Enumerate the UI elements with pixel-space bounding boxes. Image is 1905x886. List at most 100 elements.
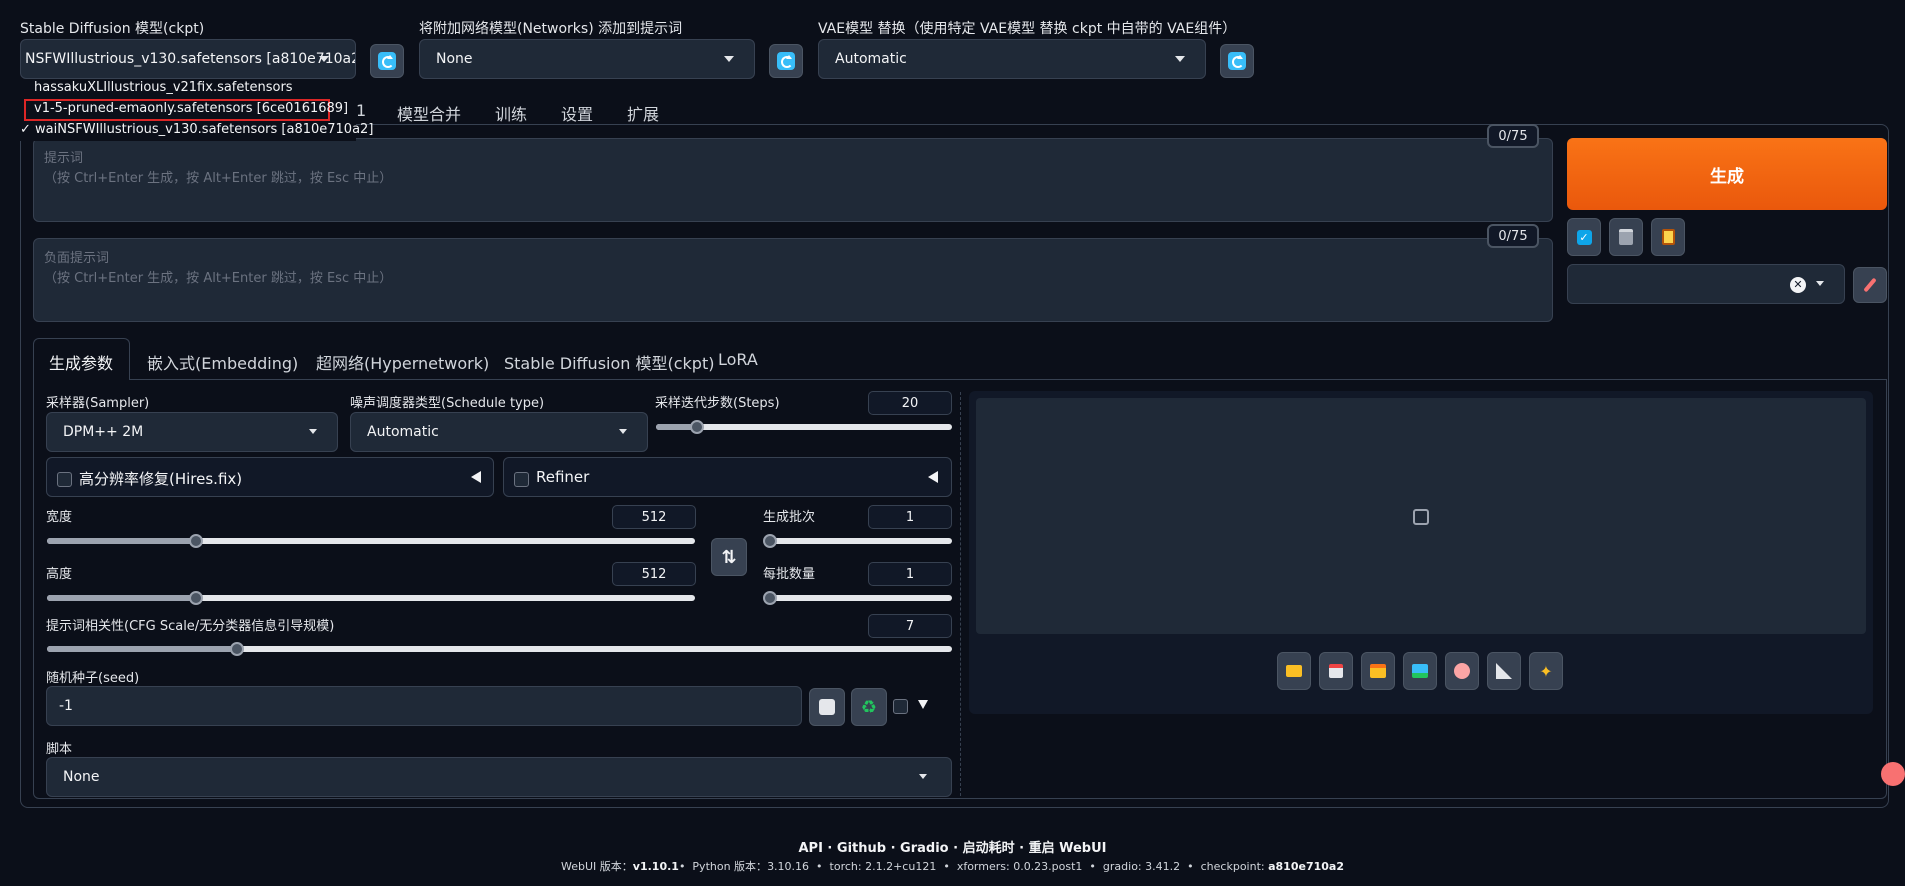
tab-partial[interactable]: 1	[356, 101, 366, 120]
seed-input[interactable]: -1	[46, 686, 802, 726]
generate-button[interactable]: 生成	[1567, 138, 1887, 210]
swap-dimensions-button[interactable]: ⇅	[711, 538, 747, 576]
python-version: 3.10.16	[767, 860, 810, 873]
styles-dropdown[interactable]: ✕	[1567, 264, 1845, 304]
swap-icon: ⇅	[721, 546, 737, 568]
sampler-dropdown[interactable]: DPM++ 2M	[46, 412, 338, 452]
brush-icon	[1863, 277, 1877, 293]
send-to-img2img-button[interactable]	[1403, 652, 1437, 690]
tab-settings[interactable]: 设置	[561, 101, 593, 125]
column-divider	[960, 392, 961, 796]
batch-count-slider-thumb[interactable]	[763, 534, 777, 548]
script-value: None	[63, 769, 100, 785]
refresh-icon	[378, 52, 396, 70]
gradio-version: gradio: 3.41.2	[1102, 860, 1181, 873]
edit-styles-button[interactable]	[1853, 267, 1887, 303]
send-to-inpaint-button[interactable]	[1445, 652, 1479, 690]
ckpt-value: NSFWIllustrious_v130.safetensors [a810e7…	[25, 51, 356, 67]
cfg-slider-thumb[interactable]	[230, 642, 245, 656]
palette-icon	[1454, 663, 1470, 679]
upscale-button[interactable]: ✦	[1529, 652, 1563, 690]
steps-input[interactable]: 20	[868, 391, 952, 415]
height-input[interactable]: 512	[612, 562, 696, 586]
dice-icon	[819, 699, 835, 715]
checkbox-toggle-button[interactable]: ✓	[1567, 218, 1601, 256]
prompt-token-counter: 0/75	[1487, 124, 1539, 148]
torch-version: torch: 2.1.2+cu121	[829, 860, 937, 873]
tab-lora[interactable]: LoRA	[718, 350, 758, 369]
sampler-label: 采样器(Sampler)	[46, 396, 150, 411]
schedule-dropdown[interactable]: Automatic	[350, 412, 648, 452]
batch-size-label: 每批数量	[763, 567, 816, 582]
width-input[interactable]: 512	[612, 505, 696, 529]
cfg-slider[interactable]	[47, 642, 952, 656]
clear-x-icon[interactable]: ✕	[1790, 277, 1806, 293]
ckpt-refresh-button[interactable]	[370, 44, 404, 78]
chevron-down-icon	[619, 429, 627, 434]
ckpt-dropdown[interactable]: NSFWIllustrious_v130.safetensors [a810e7…	[20, 39, 356, 79]
python-version-label: Python 版本：	[692, 860, 768, 873]
translate-icon[interactable]	[1881, 762, 1905, 786]
paste-button[interactable]	[1651, 218, 1685, 256]
ckpt-option[interactable]: hassakuXLIllustrious_v21fix.safetensors	[34, 80, 293, 95]
sparkles-icon: ✦	[1539, 661, 1553, 681]
height-slider-thumb[interactable]	[189, 591, 204, 605]
width-label: 宽度	[46, 510, 73, 525]
batch-size-input[interactable]: 1	[868, 562, 952, 586]
steps-slider[interactable]	[656, 420, 952, 434]
chevron-down-icon	[309, 429, 317, 434]
negative-prompt-token-counter: 0/75	[1487, 224, 1539, 248]
networks-value: None	[436, 51, 473, 67]
hires-fix-label: 高分辨率修复(Hires.fix)	[79, 470, 243, 488]
refiner-accordion[interactable]: Refiner	[503, 457, 952, 497]
ckpt-dropdown-menu: hassakuXLIllustrious_v21fix.safetensors …	[20, 79, 373, 141]
clipboard-icon	[1661, 229, 1675, 245]
zip-button[interactable]	[1361, 652, 1395, 690]
batch-size-slider-thumb[interactable]	[763, 591, 777, 605]
sampler-value: DPM++ 2M	[63, 424, 144, 440]
footer-links[interactable]: API · Github · Gradio · 启动耗时 · 重启 WebUI	[0, 837, 1905, 856]
batch-count-input[interactable]: 1	[868, 505, 952, 529]
cfg-input[interactable]: 7	[868, 614, 952, 638]
extra-seed-toggle-icon[interactable]	[918, 700, 928, 709]
height-slider[interactable]	[47, 591, 695, 605]
width-slider-thumb[interactable]	[189, 534, 204, 548]
vae-dropdown[interactable]: Automatic	[818, 39, 1206, 79]
send-to-extras-button[interactable]	[1487, 652, 1521, 690]
save-button[interactable]	[1319, 652, 1353, 690]
vae-refresh-button[interactable]	[1220, 44, 1254, 78]
webui-version-label: WebUI 版本：	[561, 860, 633, 873]
random-seed-button[interactable]	[809, 688, 845, 726]
hires-fix-accordion[interactable]: 高分辨率修复(Hires.fix)	[46, 457, 494, 497]
image-placeholder-icon	[1413, 509, 1429, 525]
steps-label: 采样迭代步数(Steps)	[655, 396, 780, 411]
negative-prompt-placeholder-title: 负面提示词	[44, 251, 110, 266]
hires-fix-checkbox[interactable]	[57, 472, 72, 487]
extra-seed-checkbox[interactable]	[893, 699, 908, 714]
width-slider[interactable]	[47, 534, 695, 548]
negative-prompt-input[interactable]: 负面提示词 （按 Ctrl+Enter 生成，按 Alt+Enter 跳过，按 …	[33, 238, 1553, 322]
schedule-label: 噪声调度器类型(Schedule type)	[350, 396, 545, 411]
tab-model-merge[interactable]: 模型合并	[397, 101, 461, 125]
networks-refresh-button[interactable]	[769, 44, 803, 78]
vae-label: VAE模型 替换（使用特定 VAE模型 替换 ckpt 中自带的 VAE组件）	[818, 21, 1237, 37]
networks-dropdown[interactable]: None	[419, 39, 755, 79]
open-folder-button[interactable]	[1277, 652, 1311, 690]
tab-sd-ckpt[interactable]: Stable Diffusion 模型(ckpt)	[504, 350, 714, 374]
tab-hypernetwork[interactable]: 超网络(Hypernetwork)	[316, 350, 489, 374]
tab-train[interactable]: 训练	[495, 101, 527, 125]
chevron-down-icon	[724, 56, 734, 62]
tab-extensions[interactable]: 扩展	[627, 101, 659, 125]
refiner-checkbox[interactable]	[514, 472, 529, 487]
batch-count-slider[interactable]	[763, 534, 952, 548]
tab-embedding[interactable]: 嵌入式(Embedding)	[147, 350, 298, 374]
ckpt-option[interactable]: v1-5-pruned-emaonly.safetensors [6ce0161…	[34, 101, 348, 116]
script-dropdown[interactable]: None	[46, 757, 952, 797]
networks-label: 将附加网络模型(Networks) 添加到提示词	[419, 21, 683, 37]
ckpt-option-selected[interactable]: ✓ waiNSFWIllustrious_v130.safetensors [a…	[20, 122, 373, 137]
batch-size-slider[interactable]	[763, 591, 952, 605]
reuse-seed-button[interactable]: ♻	[851, 688, 887, 726]
tab-generation-params[interactable]: 生成参数	[49, 350, 113, 374]
clear-prompt-button[interactable]	[1609, 218, 1643, 256]
prompt-input[interactable]: 提示词 （按 Ctrl+Enter 生成，按 Alt+Enter 跳过，按 Es…	[33, 138, 1553, 222]
